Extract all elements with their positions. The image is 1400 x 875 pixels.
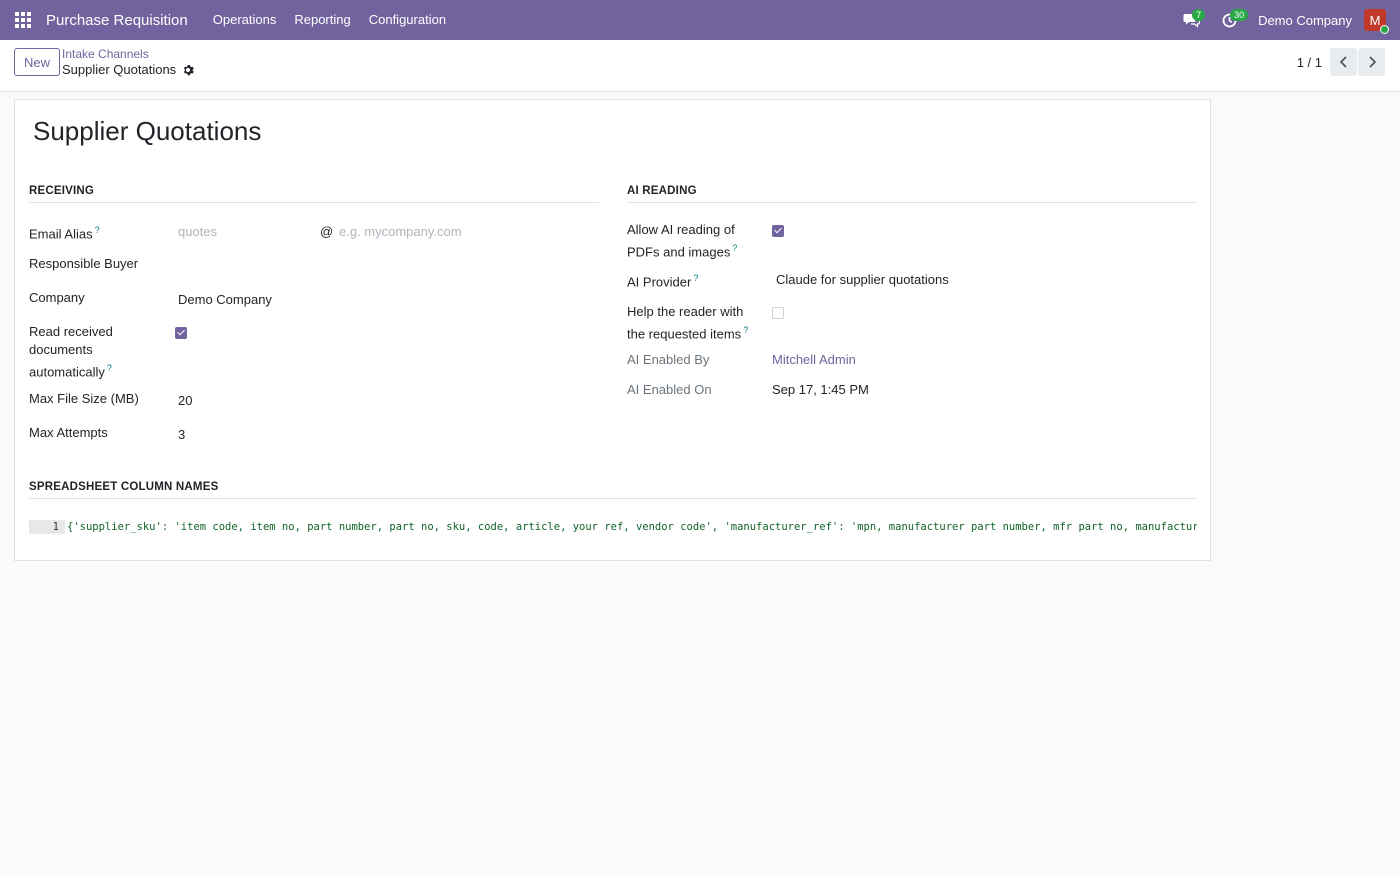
ai-reading-section-title: AI READING bbox=[627, 185, 1197, 203]
allow-ai-label-line-2: PDFs and images? bbox=[627, 239, 737, 261]
ai-provider-label-text: AI Provider bbox=[627, 274, 692, 290]
max-attempts-label: Max Attempts bbox=[29, 425, 108, 440]
form-sheet: Supplier Quotations RECEIVING Email Alia… bbox=[14, 99, 1211, 561]
help-icon[interactable]: ? bbox=[107, 363, 112, 373]
code-text[interactable]: {'supplier_sku': 'item code, item no, pa… bbox=[67, 521, 1197, 533]
pager-next-button[interactable] bbox=[1358, 48, 1385, 76]
help-reader-label-line-1: Help the reader with bbox=[627, 304, 744, 319]
allow-ai-checkbox[interactable] bbox=[772, 225, 784, 237]
read-automatically-checkbox[interactable] bbox=[175, 327, 187, 339]
control-panel: New Intake Channels Supplier Quotations … bbox=[0, 40, 1400, 92]
ai-provider-label: AI Provider? bbox=[627, 269, 698, 291]
menu-configuration[interactable]: Configuration bbox=[360, 0, 455, 40]
activities-count-badge: 30 bbox=[1230, 9, 1249, 21]
email-alias-input[interactable]: quotes bbox=[178, 223, 217, 241]
read-automatically-label-line-1: Read received bbox=[29, 324, 113, 339]
help-icon[interactable]: ? bbox=[693, 273, 698, 283]
avatar-initial: M bbox=[1369, 12, 1381, 28]
ai-enabled-on-label: AI Enabled On bbox=[627, 382, 712, 397]
allow-ai-label-line-1: Allow AI reading of bbox=[627, 222, 735, 237]
company-input[interactable]: Demo Company bbox=[178, 291, 272, 309]
responsible-buyer-input[interactable] bbox=[178, 255, 578, 273]
ai-enabled-by-label: AI Enabled By bbox=[627, 352, 710, 367]
breadcrumb-intake-channels[interactable]: Intake Channels bbox=[62, 47, 149, 61]
help-reader-checkbox[interactable] bbox=[772, 307, 784, 319]
activities-button[interactable]: 30 bbox=[1210, 0, 1249, 40]
company-switcher[interactable]: Demo Company bbox=[1258, 13, 1352, 28]
spreadsheet-section-title: SPREADSHEET COLUMN NAMES bbox=[29, 481, 1197, 499]
receiving-section-title: RECEIVING bbox=[29, 185, 599, 203]
pager-previous-button[interactable] bbox=[1330, 48, 1357, 76]
menu-operations[interactable]: Operations bbox=[204, 0, 286, 40]
allow-ai-label-line-2-text: PDFs and images bbox=[627, 244, 731, 260]
responsible-buyer-label: Responsible Buyer bbox=[29, 256, 139, 271]
user-avatar[interactable]: M bbox=[1364, 9, 1389, 34]
help-reader-label-line-2: the requested items? bbox=[627, 321, 748, 343]
spreadsheet-column-names-editor[interactable]: 1 {'supplier_sku': 'item code, item no, p… bbox=[29, 520, 1197, 534]
ai-enabled-by-value[interactable]: Mitchell Admin bbox=[772, 351, 856, 369]
read-automatically-label-line-3: automatically? bbox=[29, 359, 113, 381]
online-status-dot bbox=[1380, 25, 1389, 34]
email-alias-label: Email Alias? bbox=[29, 221, 100, 243]
max-file-size-label: Max File Size (MB) bbox=[29, 391, 139, 406]
at-sign: @ bbox=[320, 224, 334, 239]
messages-button[interactable]: 7 bbox=[1172, 0, 1210, 40]
allow-ai-label: Allow AI reading of PDFs and images? bbox=[627, 221, 737, 261]
menu-reporting[interactable]: Reporting bbox=[285, 0, 359, 40]
help-icon[interactable]: ? bbox=[732, 243, 737, 253]
help-reader-label-line-2-text: the requested items bbox=[627, 326, 742, 342]
max-file-size-input[interactable]: 20 bbox=[178, 392, 192, 410]
breadcrumb-current: Supplier Quotations bbox=[62, 62, 194, 77]
app-title[interactable]: Purchase Requisition bbox=[46, 12, 188, 29]
help-reader-label: Help the reader with the requested items… bbox=[627, 303, 748, 343]
read-automatically-label: Read received documents automatically? bbox=[29, 323, 113, 381]
new-button[interactable]: New bbox=[14, 48, 61, 76]
systray: 7 30 Demo Company M bbox=[1172, 0, 1400, 40]
chevron-left-icon bbox=[1339, 56, 1347, 68]
alias-domain-input[interactable]: e.g. mycompany.com bbox=[339, 223, 462, 241]
help-icon[interactable]: ? bbox=[743, 325, 748, 335]
company-label: Company bbox=[29, 290, 85, 305]
apps-menu-icon[interactable] bbox=[0, 0, 46, 40]
top-navbar: Purchase Requisition Operations Reportin… bbox=[0, 0, 1400, 40]
gear-icon[interactable] bbox=[182, 64, 194, 76]
pager-value[interactable]: 1 / 1 bbox=[1297, 55, 1322, 70]
max-attempts-input[interactable]: 3 bbox=[178, 426, 185, 444]
help-icon[interactable]: ? bbox=[95, 225, 100, 235]
email-alias-label-text: Email Alias bbox=[29, 226, 93, 242]
read-automatically-label-line-3-text: automatically bbox=[29, 364, 105, 380]
messages-count-badge: 7 bbox=[1192, 9, 1206, 21]
read-automatically-label-line-2: documents bbox=[29, 342, 93, 357]
chevron-right-icon bbox=[1368, 56, 1376, 68]
record-title[interactable]: Supplier Quotations bbox=[33, 116, 261, 147]
ai-provider-input[interactable]: Claude for supplier quotations bbox=[776, 271, 949, 289]
ai-enabled-on-value: Sep 17, 1:45 PM bbox=[772, 382, 869, 397]
code-line-number: 1 bbox=[29, 520, 65, 534]
breadcrumb-current-label: Supplier Quotations bbox=[62, 62, 177, 77]
